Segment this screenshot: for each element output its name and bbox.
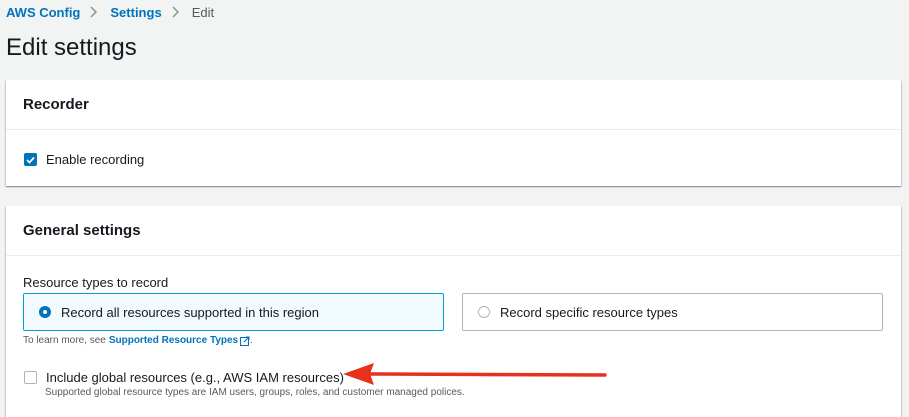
- recorder-header: Recorder: [6, 80, 901, 130]
- enable-recording-row[interactable]: Enable recording: [24, 152, 144, 167]
- chevron-right-icon: [90, 5, 100, 19]
- record-specific-label: Record specific resource types: [500, 304, 678, 320]
- help-prefix: To learn more, see: [23, 335, 106, 346]
- breadcrumb-aws-config[interactable]: AWS Config: [6, 5, 80, 20]
- record-specific-resources-tile[interactable]: Record specific resource types: [462, 293, 883, 331]
- external-link-icon[interactable]: [240, 336, 250, 346]
- chevron-right-icon: [172, 5, 182, 19]
- record-all-resources-tile[interactable]: Record all resources supported in this r…: [23, 293, 444, 331]
- record-all-label: Record all resources supported in this r…: [61, 304, 319, 320]
- enable-recording-checkbox[interactable]: [24, 153, 37, 166]
- supported-resource-types-link[interactable]: Supported Resource Types: [109, 335, 238, 346]
- checkmark-icon: [26, 156, 35, 164]
- include-global-label: Include global resources (e.g., AWS IAM …: [46, 370, 344, 385]
- include-global-row[interactable]: Include global resources (e.g., AWS IAM …: [24, 370, 344, 385]
- general-settings-header: General settings: [6, 206, 901, 256]
- breadcrumb: AWS Config Settings Edit: [6, 4, 214, 20]
- recorder-panel: Recorder Enable recording: [6, 80, 901, 186]
- record-specific-radio[interactable]: [478, 306, 490, 318]
- breadcrumb-settings[interactable]: Settings: [110, 5, 161, 20]
- record-all-radio[interactable]: [39, 306, 51, 318]
- help-suffix: .: [250, 335, 253, 346]
- resource-types-label: Resource types to record: [23, 275, 169, 290]
- page-title: Edit settings: [6, 34, 137, 61]
- help-text: To learn more, see Supported Resource Ty…: [23, 335, 253, 346]
- breadcrumb-current: Edit: [191, 4, 215, 20]
- enable-recording-label: Enable recording: [46, 152, 145, 167]
- include-global-checkbox[interactable]: [24, 371, 37, 384]
- annotation-arrow-icon: [343, 363, 607, 385]
